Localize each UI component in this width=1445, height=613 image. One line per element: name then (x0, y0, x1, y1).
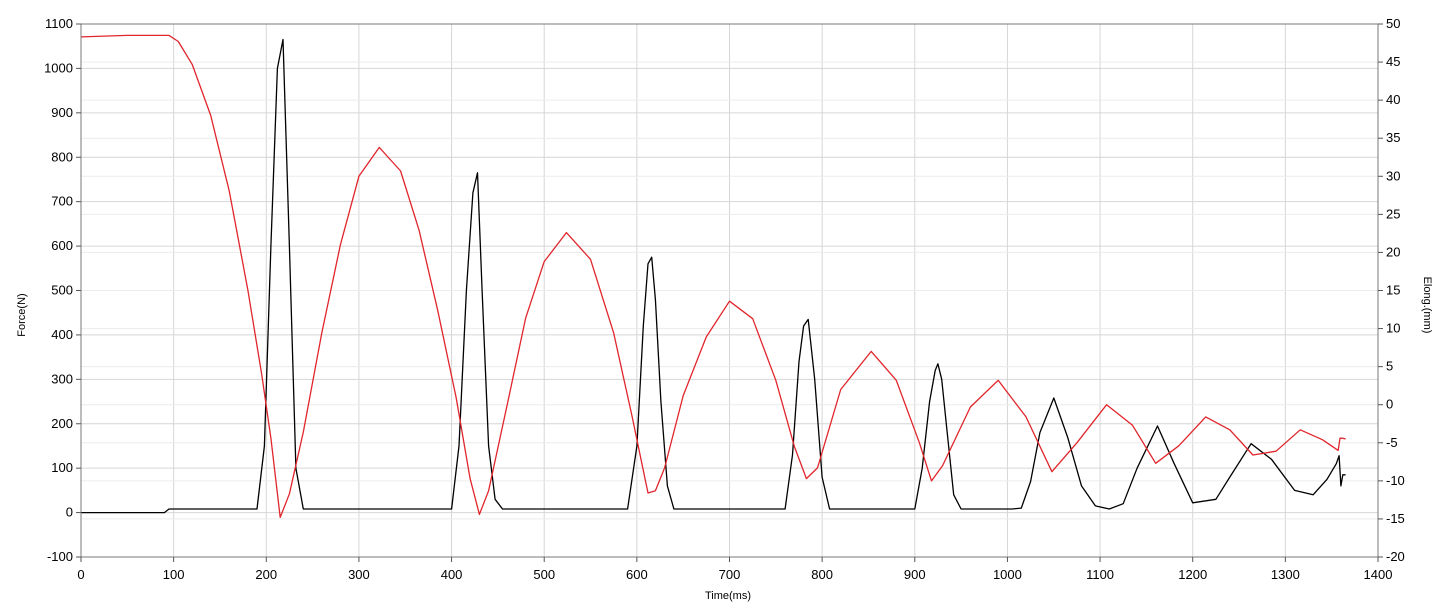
y2-tick-label: 30 (1386, 168, 1400, 183)
y-tick-label: 400 (51, 327, 73, 342)
x-tick-label: 1300 (1271, 567, 1300, 582)
x-tick-label: 1100 (1086, 567, 1114, 582)
x-tick-label: 400 (441, 567, 463, 582)
x-tick-label: 900 (904, 567, 926, 582)
y-tick-label: 600 (51, 238, 73, 253)
y-tick-label: 700 (51, 194, 73, 209)
y-tick-label: 900 (51, 105, 73, 120)
force-elongation-chart: 0 100 200 300 400 500 600 700 800 900 1000 1100 1200… (16, 16, 1433, 602)
x-tick-label: 100 (163, 567, 185, 582)
x-tick-label: 0 (77, 567, 84, 582)
series-layer (80, 34, 1346, 519)
x-tick-label: 600 (626, 567, 648, 582)
y2-tick-label: 10 (1386, 321, 1400, 336)
x-tick-label: 1400 (1364, 567, 1393, 582)
y-tick-label: 200 (51, 416, 73, 431)
y-tick-label: 300 (51, 371, 73, 386)
y2-tick-label: 0 (1386, 397, 1393, 412)
x-tick-label: 700 (719, 567, 741, 582)
x-tick-label: 300 (348, 567, 370, 582)
y-tick-label: 1000 (44, 60, 73, 75)
y2-tick-label: -5 (1386, 435, 1398, 450)
y2-tick-label: 25 (1386, 206, 1400, 221)
y2-tick-label: -10 (1386, 473, 1405, 488)
y-tick-label: 1100 (45, 16, 73, 31)
y2-tick-label: 35 (1386, 130, 1400, 145)
y2-axis-title: Elong.(mm) (1421, 277, 1433, 334)
y-tick-label: 0 (66, 505, 73, 520)
y-tick-label: 100 (51, 460, 73, 475)
y2-tick-label: -20 (1386, 549, 1405, 564)
elongation-series-line (80, 34, 1346, 519)
y-axis-title: Force(N) (16, 293, 28, 336)
chart: 0 100 200 300 400 500 600 700 800 900 1000 1100 1200… (0, 0, 1445, 608)
x-tick-label: 1000 (993, 567, 1022, 582)
y-tick-label: 800 (51, 149, 73, 164)
y2-tick-label: -15 (1386, 511, 1405, 526)
x-axis-title: Time(ms) (705, 590, 751, 602)
y2-tick-label: 20 (1386, 244, 1400, 259)
x-tick-label: 200 (255, 567, 277, 582)
y2-tick-label: 40 (1386, 92, 1400, 107)
y-tick-label: 500 (51, 283, 73, 298)
x-tick-label: 1200 (1178, 567, 1207, 582)
y-tick-label: -100 (47, 549, 73, 564)
x-tick-label: 500 (533, 567, 555, 582)
y2-tick-label: 45 (1386, 54, 1400, 69)
y2-tick-label: 15 (1386, 283, 1400, 298)
y2-tick-label: 50 (1386, 16, 1400, 31)
x-tick-label: 800 (811, 567, 833, 582)
tick-labels: 0 100 200 300 400 500 600 700 800 900 1000 1100 1200… (44, 16, 1405, 582)
y2-tick-label: 5 (1386, 359, 1393, 374)
